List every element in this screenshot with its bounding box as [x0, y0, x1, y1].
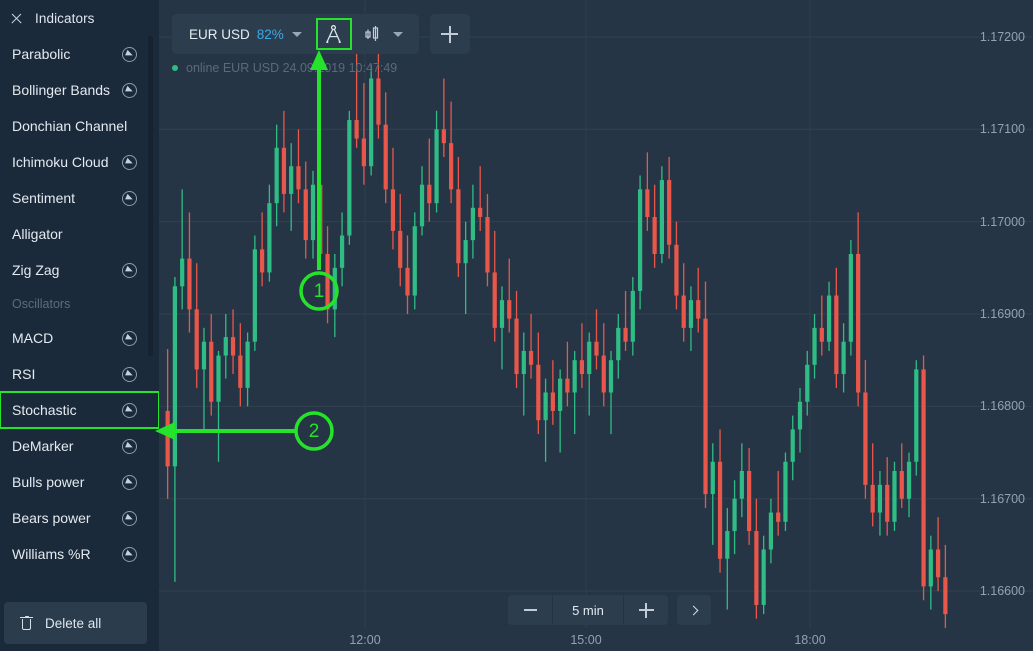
navigate-arrow-icon[interactable]: [122, 402, 137, 418]
sidebar-item-bulls-power[interactable]: Bulls power: [0, 464, 159, 500]
timeframe-value[interactable]: 5 min: [552, 595, 624, 625]
navigate-arrow-icon[interactable]: [122, 438, 137, 454]
sidebar-item-label: Stochastic: [12, 402, 77, 418]
annotation-marker-1: 1: [313, 281, 325, 302]
chevron-down-icon: [291, 31, 302, 37]
scroll-forward-button[interactable]: [677, 595, 711, 625]
annotation-marker-2: 2: [308, 421, 320, 442]
timeframe-decrease-button[interactable]: [508, 595, 552, 625]
price-tick-label: 1.16900: [979, 307, 1025, 321]
navigate-arrow-icon[interactable]: [122, 190, 137, 206]
timeframe-group: 5 min: [508, 595, 668, 625]
time-tick-label: 18:00: [794, 633, 826, 647]
chevron-right-icon: [688, 605, 698, 615]
sidebar-item-label: DeMarker: [12, 438, 74, 454]
indicators-sidebar: Indicators Parabolic Bollinger Bands Don…: [0, 0, 159, 651]
price-tick-label: 1.17000: [979, 214, 1025, 229]
navigate-arrow-icon[interactable]: [122, 154, 137, 170]
drawing-tools-button[interactable]: [315, 18, 352, 50]
sidebar-header: Indicators: [0, 0, 159, 36]
status-text: online EUR USD 24.09.2019 10:47:49: [186, 61, 398, 75]
asset-selector[interactable]: EUR USD 82%: [172, 14, 314, 54]
indicator-list: Parabolic Bollinger Bands Donchian Chann…: [0, 36, 159, 592]
navigate-arrow-icon[interactable]: [122, 330, 137, 346]
sidebar-item-stochastic[interactable]: Stochastic: [0, 391, 159, 429]
delete-all-button[interactable]: Delete all: [4, 602, 147, 644]
delete-all-label: Delete all: [45, 615, 102, 631]
sidebar-item-label: Bulls power: [12, 474, 85, 490]
sidebar-item-ichimoku-cloud[interactable]: Ichimoku Cloud: [0, 144, 159, 180]
navigate-arrow-icon[interactable]: [122, 262, 137, 278]
price-tick-label: 1.16700: [979, 491, 1025, 506]
price-tick-label: 1.16600: [979, 584, 1025, 599]
online-status-dot: [172, 65, 178, 71]
sidebar-item-label: Parabolic: [12, 46, 71, 62]
sidebar-item-rsi[interactable]: RSI: [0, 356, 159, 392]
sidebar-item-williams-r[interactable]: Williams %R: [0, 536, 159, 572]
trading-platform-window: Indicators Parabolic Bollinger Bands Don…: [0, 0, 1033, 651]
price-chart[interactable]: [159, 0, 1033, 628]
sidebar-item-label: Alligator: [12, 226, 63, 242]
time-tick-label: 15:00: [570, 633, 602, 647]
sidebar-item-demarker[interactable]: DeMarker: [0, 428, 159, 464]
payout-percent: 82%: [256, 26, 284, 42]
time-tick-label: 12:00: [349, 633, 381, 647]
navigate-arrow-icon[interactable]: [122, 366, 137, 382]
sidebar-item-macd[interactable]: MACD: [0, 320, 159, 356]
sidebar-item-donchian-channel[interactable]: Donchian Channel: [0, 108, 159, 144]
asset-name: EUR USD: [189, 26, 250, 42]
sidebar-item-label: Williams %R: [12, 546, 91, 562]
timeframe-controls: 5 min: [508, 595, 711, 625]
navigate-arrow-icon[interactable]: [122, 546, 137, 562]
sidebar-item-label: MACD: [12, 330, 54, 346]
chevron-down-icon: [392, 31, 403, 37]
sidebar-item-sentiment[interactable]: Sentiment: [0, 180, 159, 216]
navigate-arrow-icon[interactable]: [122, 474, 137, 490]
sidebar-item-zig-zag[interactable]: Zig Zag: [0, 252, 159, 288]
sidebar-item-label: Donchian Channel: [12, 118, 128, 134]
navigate-arrow-icon[interactable]: [122, 82, 137, 98]
compass-drawing-icon: [326, 24, 342, 43]
chart-type-selector[interactable]: [354, 14, 413, 54]
sidebar-item-label: Bears power: [12, 510, 91, 526]
sidebar-item-bears-power[interactable]: Bears power: [0, 500, 159, 536]
chart-panel: 1.17200 1.17100 1.17000 1.16900 1.16800 1.167…: [159, 0, 1033, 651]
candlestick-icon: [365, 26, 378, 41]
sidebar-item-label: Sentiment: [12, 190, 76, 206]
sidebar-item-label: Bollinger Bands: [12, 82, 111, 98]
sidebar-item-parabolic[interactable]: Parabolic: [0, 36, 159, 72]
candlestick-canvas: [159, 0, 1033, 628]
timeframe-increase-button[interactable]: [624, 595, 668, 625]
group-title-oscillators: Oscillators: [12, 297, 71, 311]
price-tick-label: 1.17100: [979, 122, 1025, 137]
navigate-arrow-icon[interactable]: [122, 510, 137, 526]
sidebar-item-alligator[interactable]: Alligator: [0, 216, 159, 252]
close-icon[interactable]: [10, 12, 23, 25]
sidebar-item-bollinger-bands[interactable]: Bollinger Bands: [0, 72, 159, 108]
trash-icon: [20, 615, 33, 631]
page-title: Indicators: [35, 10, 95, 26]
navigate-arrow-icon[interactable]: [122, 46, 137, 62]
chart-toolbar: EUR USD 82%: [172, 14, 470, 54]
chart-status-line: online EUR USD 24.09.2019 10:47:49: [172, 61, 397, 75]
sidebar-item-label: RSI: [12, 366, 36, 382]
sidebar-item-label: Zig Zag: [12, 262, 60, 278]
price-tick-label: 1.16800: [979, 399, 1025, 414]
asset-toolbar-group: EUR USD 82%: [172, 14, 419, 54]
sidebar-item-label: Ichimoku Cloud: [12, 154, 109, 170]
add-chart-button[interactable]: [429, 14, 470, 54]
price-tick-label: 1.17200: [979, 29, 1025, 44]
